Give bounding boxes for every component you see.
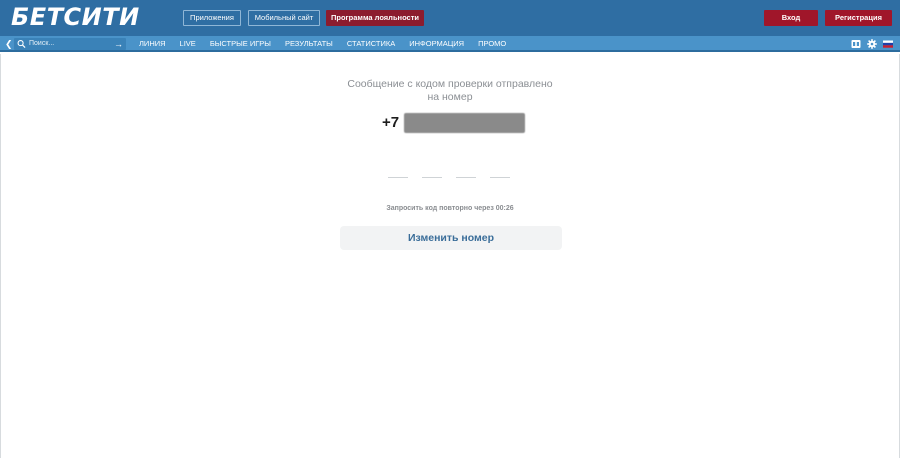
nav-item-line[interactable]: ЛИНИЯ bbox=[132, 36, 173, 52]
message-line-1: Сообщение с кодом проверки отправлено bbox=[347, 78, 553, 90]
loyalty-program-button[interactable]: Программа лояльности bbox=[326, 10, 424, 26]
nav-item-statistics[interactable]: СТАТИСТИКА bbox=[340, 36, 402, 52]
phone-prefix: +7 bbox=[382, 114, 400, 131]
nav-menu: ЛИНИЯ LIVE БЫСТРЫЕ ИГРЫ РЕЗУЛЬТАТЫ СТАТИ… bbox=[132, 36, 513, 52]
resend-countdown: Запросить код повторно через 00:26 bbox=[386, 205, 514, 212]
nav-icons bbox=[851, 39, 893, 49]
login-button[interactable]: Вход bbox=[764, 10, 818, 26]
phone-number: +7 bbox=[382, 113, 527, 133]
top-header: БЕТСИТИ Приложения Мобильный сайт Програ… bbox=[0, 0, 900, 36]
verification-panel: Сообщение с кодом проверки отправлено на… bbox=[0, 54, 900, 458]
nav-item-promo[interactable]: ПРОМО bbox=[471, 36, 513, 52]
code-digit-4[interactable] bbox=[490, 164, 510, 178]
code-digit-2[interactable] bbox=[422, 164, 442, 178]
chevron-left-icon[interactable]: ❮ bbox=[5, 38, 13, 50]
nav-item-fast-games[interactable]: БЫСТРЫЕ ИГРЫ bbox=[203, 36, 278, 52]
scoreboard-icon[interactable] bbox=[851, 39, 861, 49]
logo[interactable]: БЕТСИТИ bbox=[11, 3, 140, 31]
nav-item-info[interactable]: ИНФОРМАЦИЯ bbox=[402, 36, 471, 52]
main-nav: ❮ → ЛИНИЯ LIVE БЫСТРЫЕ ИГРЫ РЕЗУЛЬТАТЫ С… bbox=[0, 36, 900, 52]
message-line-2: на номер bbox=[427, 91, 473, 103]
phone-number-redacted bbox=[404, 113, 525, 133]
verification-message: Сообщение с кодом проверки отправлено на… bbox=[330, 78, 570, 104]
search-box[interactable]: → bbox=[14, 38, 126, 50]
arrow-right-icon[interactable]: → bbox=[114, 38, 123, 50]
apps-button[interactable]: Приложения bbox=[183, 10, 241, 26]
mobile-site-button[interactable]: Мобильный сайт bbox=[248, 10, 320, 26]
search-icon bbox=[17, 40, 26, 49]
nav-item-results[interactable]: РЕЗУЛЬТАТЫ bbox=[278, 36, 340, 52]
nav-item-live[interactable]: LIVE bbox=[173, 36, 203, 52]
search-input[interactable] bbox=[29, 38, 109, 50]
code-input-group bbox=[388, 164, 512, 178]
russian-flag-icon[interactable] bbox=[883, 39, 893, 49]
register-button[interactable]: Регистрация bbox=[825, 10, 892, 26]
gear-icon[interactable] bbox=[867, 39, 877, 49]
code-digit-1[interactable] bbox=[388, 164, 408, 178]
change-number-button[interactable]: Изменить номер bbox=[340, 226, 562, 250]
code-digit-3[interactable] bbox=[456, 164, 476, 178]
